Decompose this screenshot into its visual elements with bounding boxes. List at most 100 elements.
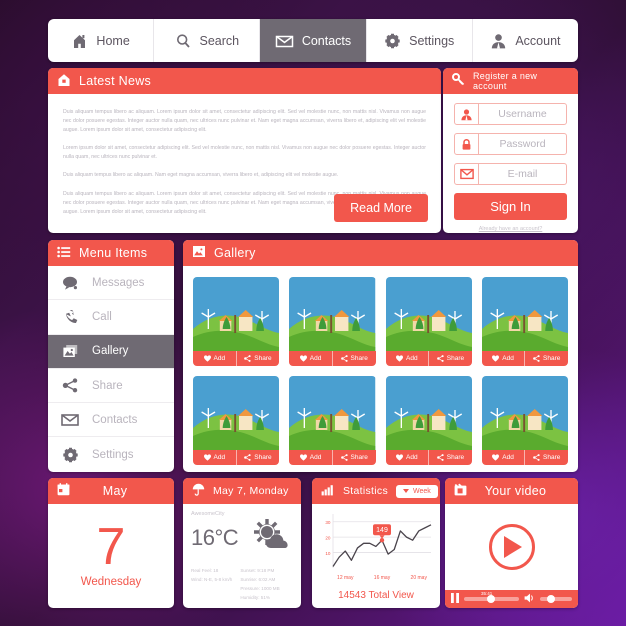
add-button[interactable]: Add — [289, 450, 333, 465]
menu-item-label: Call — [92, 310, 112, 323]
home-icon — [71, 33, 88, 49]
menu-item-call[interactable]: Call — [48, 300, 174, 335]
add-button[interactable]: Add — [482, 450, 526, 465]
register-header: Register a new account — [443, 68, 578, 94]
svg-text:10: 10 — [325, 551, 331, 556]
bar-chart-icon — [321, 484, 335, 499]
add-button[interactable]: Add — [193, 450, 237, 465]
top-navigation: Home Search Contacts Settings Account — [48, 19, 578, 62]
share-button[interactable]: Share — [525, 351, 568, 366]
pause-button[interactable] — [451, 590, 459, 608]
add-button[interactable]: Add — [482, 351, 526, 366]
share-label: Share — [543, 454, 561, 461]
nav-item-home[interactable]: Home — [48, 19, 155, 62]
gear-icon — [384, 33, 401, 49]
username-field[interactable]: Username — [454, 103, 567, 125]
envelope-icon — [455, 164, 479, 184]
gear-icon — [48, 447, 92, 463]
gallery-item[interactable]: Add Share — [289, 277, 376, 366]
app-root: Home Search Contacts Settings Account La… — [0, 0, 626, 626]
range-dropdown[interactable]: Week — [396, 484, 438, 498]
add-label: Add — [502, 454, 514, 461]
envelope-icon — [275, 33, 294, 49]
menu-item-label: Messages — [92, 276, 145, 289]
gallery-item-actions: Add Share — [385, 450, 472, 465]
add-label: Add — [213, 454, 226, 461]
statistics-header: Statistics Week — [312, 478, 440, 504]
weather-temp-row: 16°C — [191, 518, 293, 557]
gallery-item[interactable]: Add Share — [193, 277, 280, 366]
svg-text:149: 149 — [376, 527, 388, 534]
weather-stat: Sunrise: 6:02 AM — [240, 576, 276, 582]
share-icon — [340, 355, 348, 362]
add-button[interactable]: Add — [386, 450, 430, 465]
add-button[interactable]: Add — [193, 351, 237, 366]
add-button[interactable]: Add — [386, 351, 430, 366]
nav-item-label: Home — [96, 33, 130, 48]
weather-city: AwesomeCity — [191, 511, 225, 517]
gallery-grid: Add Share Add Share Add Share Add Share … — [183, 266, 578, 472]
landscape-illustration — [385, 277, 472, 351]
volume-button[interactable] — [524, 590, 535, 608]
seek-knob[interactable] — [487, 595, 496, 603]
add-label: Add — [502, 355, 514, 362]
share-icon — [244, 454, 251, 461]
gallery-item[interactable]: Add Share — [193, 376, 280, 465]
share-icon — [436, 454, 444, 461]
gallery-item[interactable]: Add Share — [385, 277, 472, 366]
play-button[interactable] — [488, 524, 535, 570]
heart-icon — [299, 355, 307, 362]
seek-slider[interactable] — [464, 595, 519, 603]
add-button[interactable]: Add — [289, 351, 333, 366]
share-button[interactable]: Share — [429, 450, 472, 465]
weather-temperature: 16°C — [191, 524, 239, 550]
nav-item-settings[interactable]: Settings — [367, 19, 473, 62]
menu-item-share[interactable]: Share — [48, 369, 174, 404]
svg-text:30: 30 — [325, 520, 331, 525]
register-card: Register a new account Username Password… — [443, 68, 578, 233]
nav-item-label: Account — [515, 33, 561, 48]
gallery-item[interactable]: Add Share — [385, 376, 472, 465]
key-icon — [452, 73, 465, 89]
share-button[interactable]: Share — [333, 351, 376, 366]
share-icon — [48, 378, 92, 393]
weather-stat: Humidity: 51% — [240, 594, 270, 600]
menu-item-contacts[interactable]: Contacts — [48, 403, 174, 438]
gallery-item[interactable]: Add Share — [289, 376, 376, 465]
list-icon — [57, 246, 71, 261]
share-button[interactable]: Share — [525, 450, 568, 465]
gallery-item[interactable]: Add Share — [481, 277, 568, 366]
share-button[interactable]: Share — [237, 450, 280, 465]
user-icon — [455, 104, 479, 124]
video-stage[interactable] — [445, 504, 578, 590]
email-field[interactable]: E-mail — [454, 163, 567, 185]
share-button[interactable]: Share — [429, 351, 472, 366]
add-label: Add — [406, 454, 418, 461]
add-label: Add — [309, 454, 322, 461]
add-label: Add — [406, 355, 418, 362]
menu-item-settings[interactable]: Settings — [48, 437, 174, 471]
lock-icon — [455, 134, 479, 154]
heart-icon — [299, 454, 307, 461]
menu-item-gallery[interactable]: Gallery — [48, 334, 174, 369]
sign-in-button[interactable]: Sign In — [454, 193, 567, 220]
envelope-icon — [48, 413, 92, 427]
already-have-account-link[interactable]: Already have an account? — [454, 226, 567, 232]
total-view-label: 14543 Total View — [338, 590, 414, 601]
password-field[interactable]: Password — [454, 133, 567, 155]
gallery-item-actions: Add Share — [481, 351, 568, 366]
share-button[interactable]: Share — [237, 351, 280, 366]
read-more-button[interactable]: Read More — [334, 194, 428, 222]
share-label: Share — [446, 355, 465, 362]
volume-knob[interactable] — [547, 595, 556, 603]
menu-item-messages[interactable]: Messages — [48, 266, 174, 301]
volume-slider[interactable] — [540, 595, 572, 603]
weather-stat: Wind: N-E, 5-8 km/h — [191, 576, 233, 582]
news-paragraph: Duis aliquam tempus libero ac aliquam. L… — [63, 109, 426, 134]
gallery-item[interactable]: Add Share — [481, 376, 568, 465]
nav-item-search[interactable]: Search — [154, 19, 261, 62]
nav-item-contacts[interactable]: Contacts — [260, 19, 367, 62]
news-paragraph: Duis aliquam tempus libero ac aliquam. N… — [63, 172, 339, 179]
share-button[interactable]: Share — [333, 450, 376, 465]
nav-item-account[interactable]: Account — [473, 19, 578, 62]
